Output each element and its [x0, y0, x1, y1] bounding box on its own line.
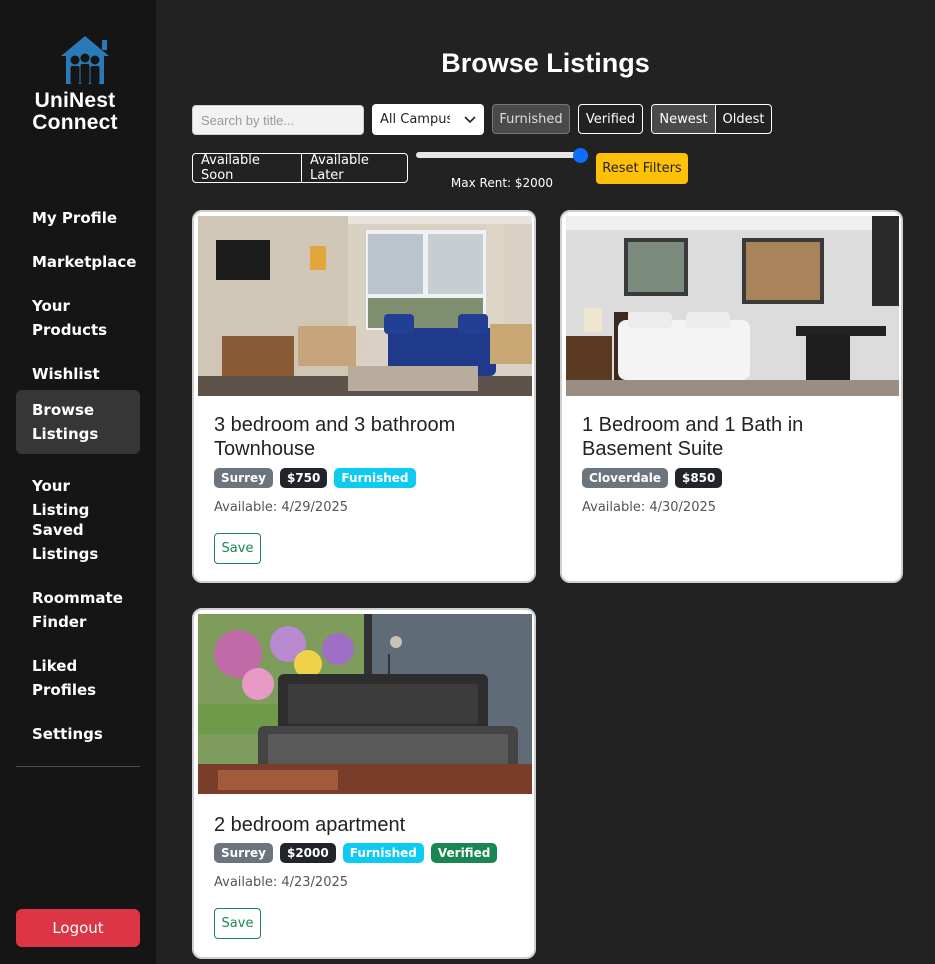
chevron-down-icon	[464, 115, 476, 123]
sidebar-item-marketplace[interactable]: Marketplace	[16, 242, 140, 282]
listing-badges: Surrey $2000 Furnished Verified	[214, 843, 498, 863]
price-badge: $2000	[279, 843, 336, 863]
price-badge: $750	[279, 468, 328, 488]
sidebar-item-label: My Profile	[32, 209, 118, 227]
search-input[interactable]	[192, 105, 364, 135]
sidebar-item-label: Marketplace	[32, 253, 137, 271]
listing-card[interactable]: 2 bedroom apartment Surrey $2000 Furnish…	[192, 608, 536, 959]
listing-photo	[198, 614, 532, 794]
price-badge: $850	[674, 468, 723, 488]
slider-thumb[interactable]	[573, 148, 588, 163]
sidebar-divider	[16, 766, 140, 767]
house-family-icon	[61, 36, 109, 84]
verified-toggle[interactable]: Verified	[578, 104, 643, 134]
sort-newest-button[interactable]: Newest	[652, 105, 715, 133]
listing-badges: Cloverdale $850	[582, 468, 723, 488]
availability-date: Available: 4/23/2025	[214, 875, 349, 890]
furnished-badge: Furnished	[342, 843, 424, 863]
listing-title: 1 Bedroom and 1 Bath in Basement Suite	[582, 414, 804, 460]
verified-badge: Verified	[430, 843, 498, 863]
sidebar-item-liked-profiles[interactable]: Liked Profiles	[16, 646, 140, 710]
available-soon-button[interactable]: Available Soon	[193, 154, 301, 182]
sidebar-item-saved-listings[interactable]: Saved Listings	[16, 510, 140, 574]
listing-card[interactable]: 3 bedroom and 3 bathroom Townhouse Surre…	[192, 210, 536, 583]
page-title: Browse Listings	[441, 48, 650, 78]
max-rent-slider[interactable]	[416, 148, 588, 163]
sidebar-item-label: Browse Listings	[32, 401, 99, 443]
slider-track	[416, 152, 588, 158]
listing-photo	[566, 216, 899, 396]
listing-badges: Surrey $750 Furnished	[214, 468, 416, 488]
sidebar-item-label: Liked Profiles	[32, 657, 97, 699]
sort-toggle-group: Newest Oldest	[651, 104, 772, 134]
app-logo[interactable]: UniNest Connect	[30, 34, 140, 134]
logout-button[interactable]: Logout	[16, 909, 140, 947]
max-rent-label: Max Rent: $2000	[450, 176, 554, 190]
furnished-toggle[interactable]: Furnished	[492, 104, 570, 134]
save-button[interactable]: Save	[214, 908, 261, 939]
logo-text-line2: Connect	[32, 111, 118, 134]
sidebar-item-your-products[interactable]: Your Products	[16, 286, 140, 350]
sort-oldest-button[interactable]: Oldest	[715, 105, 771, 133]
sidebar-item-label: Your Products	[32, 297, 108, 339]
listing-card[interactable]: 1 Bedroom and 1 Bath in Basement Suite C…	[560, 210, 903, 583]
sidebar-item-wishlist[interactable]: Wishlist	[16, 354, 140, 394]
availability-date: Available: 4/29/2025	[214, 500, 349, 515]
sidebar-item-browse-listings[interactable]: Browse Listings	[16, 390, 140, 454]
listing-title: 2 bedroom apartment	[214, 814, 406, 836]
sidebar-item-roommate-finder[interactable]: Roommate Finder	[16, 578, 140, 642]
campus-select[interactable]: All Campuses	[372, 104, 484, 135]
furnished-badge: Furnished	[334, 468, 416, 488]
availability-date: Available: 4/30/2025	[582, 500, 717, 515]
location-badge: Surrey	[214, 843, 273, 863]
available-later-button[interactable]: Available Later	[301, 154, 407, 182]
availability-toggle-group: Available Soon Available Later	[192, 153, 408, 183]
reset-filters-button[interactable]: Reset Filters	[596, 153, 688, 184]
location-badge: Surrey	[214, 468, 273, 488]
save-button[interactable]: Save	[214, 533, 261, 564]
location-badge: Cloverdale	[582, 468, 668, 488]
sidebar: UniNest Connect My Profile Marketplace Y…	[0, 0, 156, 964]
sidebar-item-label: Roommate Finder	[32, 589, 123, 631]
sidebar-item-settings[interactable]: Settings	[16, 714, 140, 754]
sidebar-item-label: Saved Listings	[32, 521, 99, 563]
listing-photo	[198, 216, 532, 396]
sidebar-item-label: Wishlist	[32, 365, 100, 383]
sidebar-item-my-profile[interactable]: My Profile	[16, 198, 140, 238]
logo-text-line1: UniNest	[34, 89, 116, 112]
campus-select-value: All Campuses	[380, 112, 450, 127]
listing-title: 3 bedroom and 3 bathroom Townhouse	[214, 414, 456, 460]
sidebar-item-label: Settings	[32, 725, 103, 743]
